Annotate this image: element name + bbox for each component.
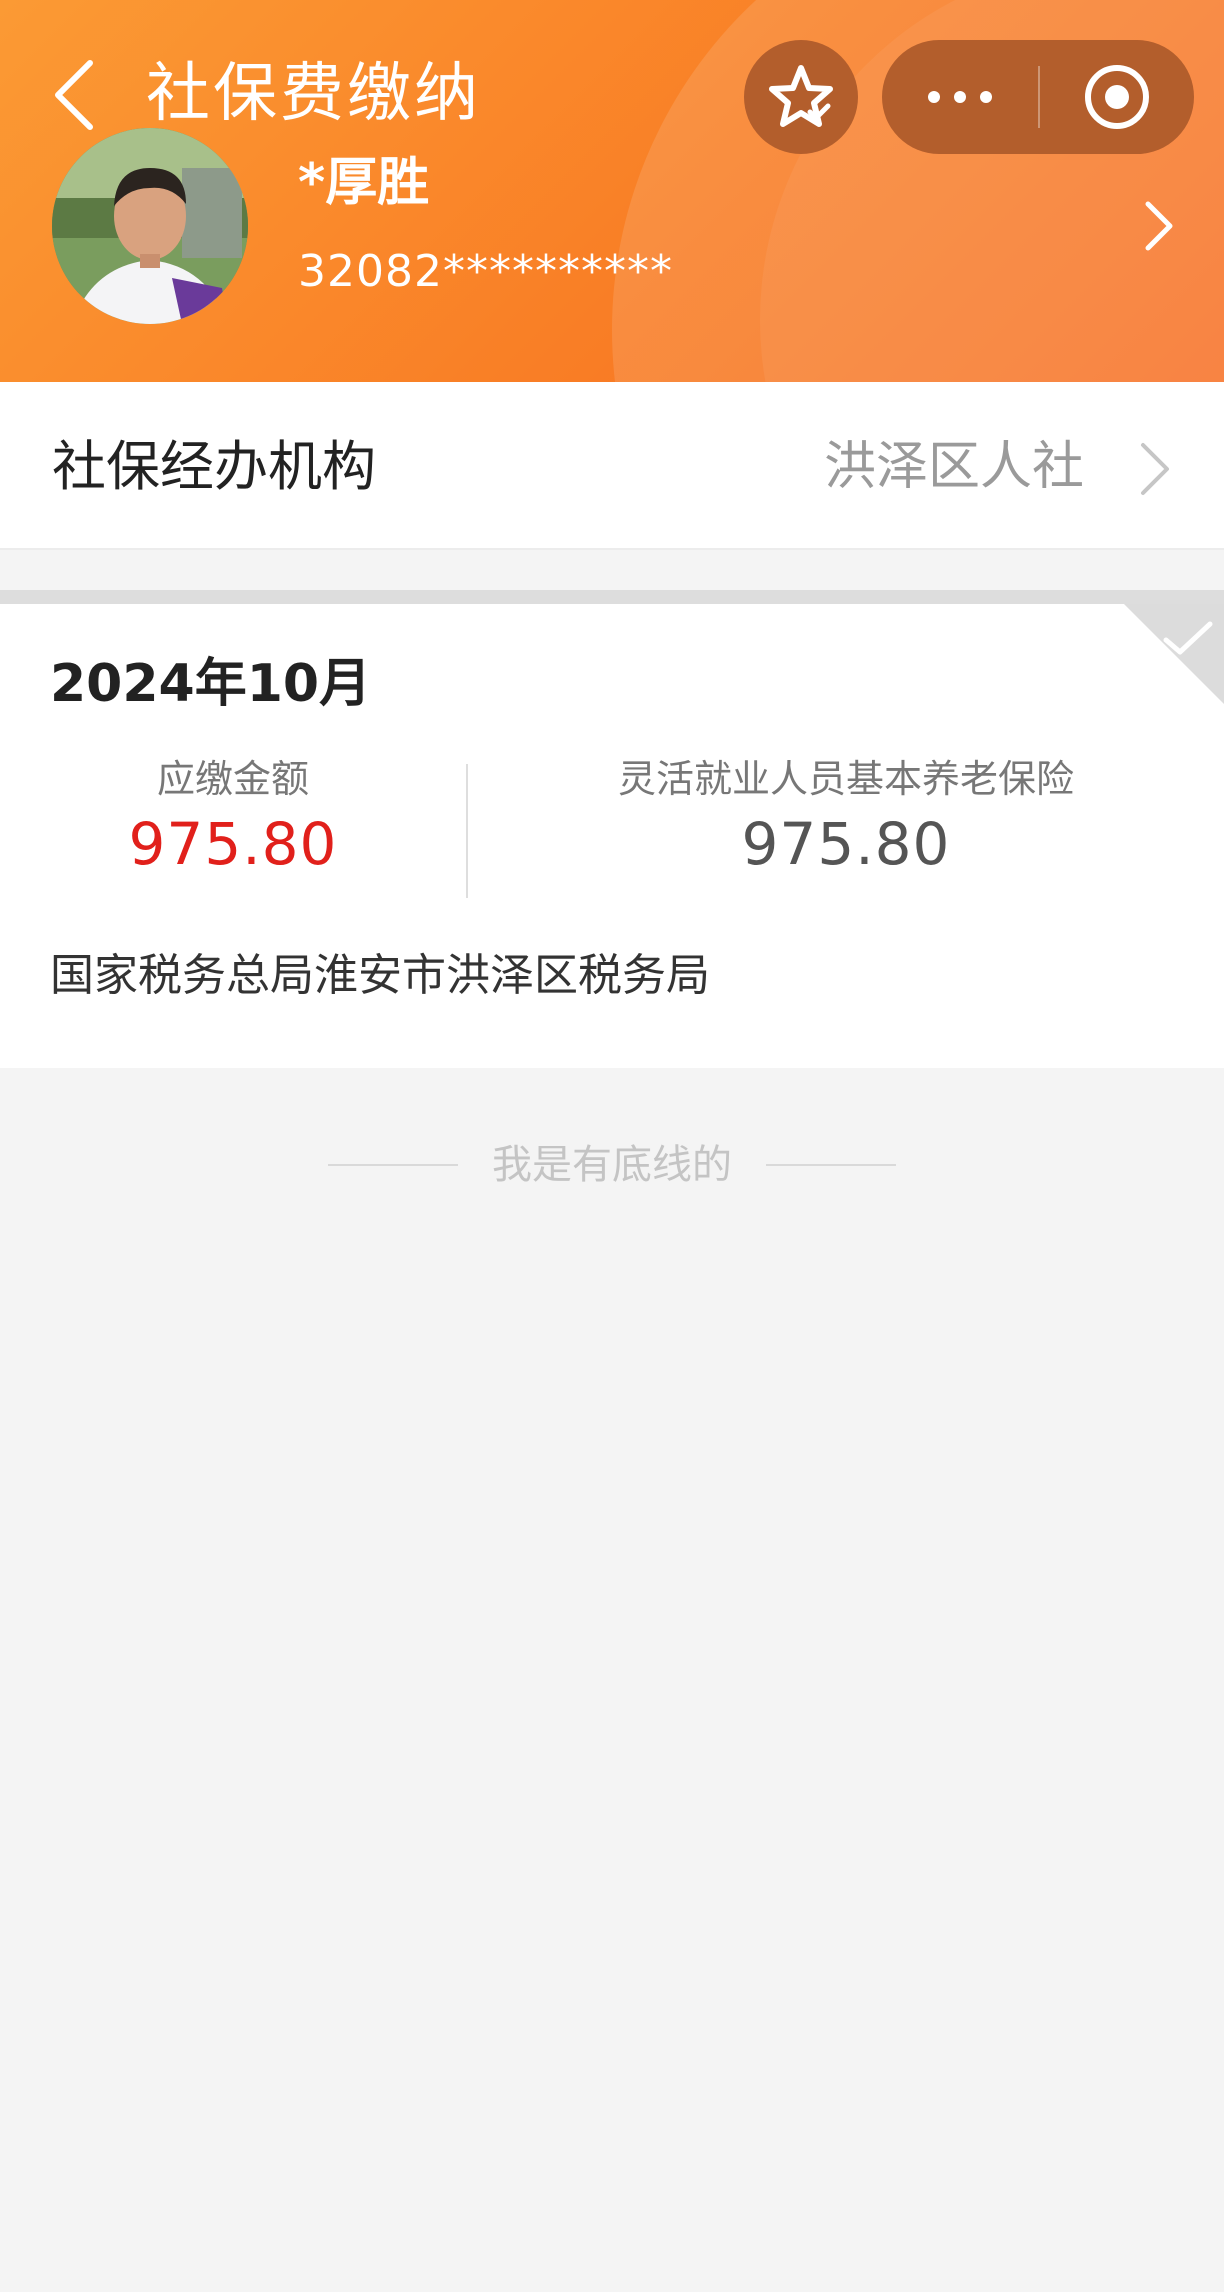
due-amount-column: 应缴金额 975.80: [0, 754, 466, 884]
page: 社保费缴纳 *厚胜 32082********** 社保经办机构 洪泽区人社 2…: [0, 0, 1224, 2292]
user-id-number: 32082**********: [298, 246, 673, 297]
favorite-button[interactable]: [744, 40, 858, 154]
due-amount-value: 975.80: [128, 810, 338, 878]
back-chevron-icon: [55, 60, 93, 130]
due-amount-label: 应缴金额: [156, 757, 309, 801]
chevron-right-icon: [1145, 201, 1173, 251]
end-of-list-indicator: 我是有底线的: [0, 1130, 1224, 1200]
star-favorite-icon: [769, 65, 833, 127]
divider-line-left: [328, 1164, 458, 1166]
back-button[interactable]: [40, 50, 110, 140]
profile-detail-button[interactable]: [1134, 196, 1184, 256]
divider-line-right: [766, 1164, 896, 1166]
more-dot: [980, 91, 992, 103]
more-dots-icon: [928, 91, 940, 103]
agency-value: 洪泽区人社: [823, 437, 1084, 497]
insurance-label: 灵活就业人员基本养老保险: [617, 757, 1074, 801]
close-button[interactable]: [1040, 40, 1194, 154]
insurance-amount-value: 975.80: [741, 810, 951, 878]
section-separator: [0, 590, 1224, 604]
user-name: *厚胜: [298, 153, 430, 213]
chevron-right-icon: [1130, 434, 1180, 504]
end-of-list-text: 我是有底线的: [492, 1142, 732, 1188]
payment-period: 2024年10月: [50, 654, 372, 714]
miniprogram-capsule: [882, 40, 1194, 154]
more-button[interactable]: [882, 40, 1038, 154]
chevron-right-icon: [1141, 443, 1169, 495]
avatar[interactable]: [52, 128, 248, 324]
more-dot: [954, 91, 966, 103]
profile-header: 社保费缴纳 *厚胜 32082**********: [0, 0, 1224, 382]
insurance-column: 灵活就业人员基本养老保险 975.80: [468, 754, 1224, 884]
tax-bureau-name: 国家税务总局淮安市洪泽区税务局: [50, 950, 710, 1001]
agency-row[interactable]: 社保经办机构 洪泽区人社: [0, 382, 1224, 550]
checkmark-icon: [1163, 621, 1213, 655]
page-title: 社保费缴纳: [146, 57, 481, 131]
payment-record-card[interactable]: 2024年10月 应缴金额 975.80 灵活就业人员基本养老保险 975.80…: [0, 604, 1224, 1068]
user-photo: [52, 128, 248, 324]
agency-label: 社保经办机构: [52, 435, 376, 498]
target-close-icon: [1085, 65, 1149, 129]
